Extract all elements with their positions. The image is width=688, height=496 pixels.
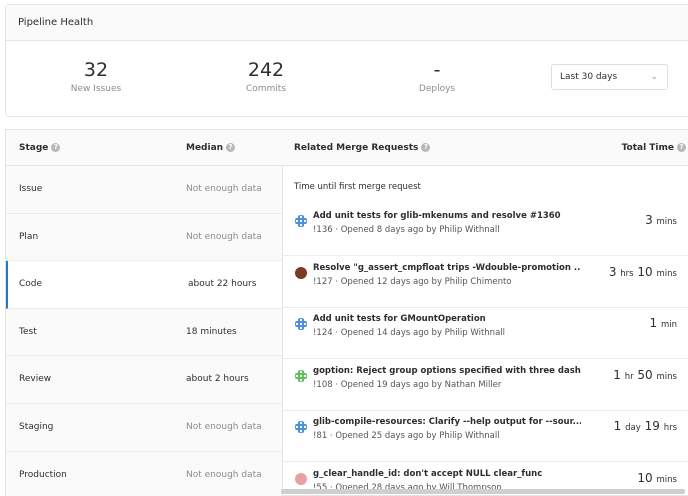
stage-row-code[interactable]: Code about 22 hours: [6, 261, 282, 309]
time-value: 50: [637, 367, 653, 382]
help-icon[interactable]: ?: [226, 143, 236, 152]
merge-request-row: goption: Reject group options specified …: [283, 359, 688, 411]
total-time: 3 hrs 10 mins: [609, 265, 677, 279]
merge-request-title-link[interactable]: Add unit tests for glib-mkenums and reso…: [313, 211, 561, 221]
stat-deploys: - Deploys: [377, 59, 497, 94]
stage-median: Not enough data: [186, 469, 262, 480]
header-median-label: Median: [186, 143, 224, 153]
stage-name: Test: [19, 326, 37, 337]
merge-request-row: glib-compile-resources: Clarify --help o…: [283, 410, 688, 462]
panel-title: Pipeline Health: [6, 5, 688, 41]
stat-label: New Issues: [70, 84, 122, 94]
stat-commits: 242 Commits: [206, 59, 326, 94]
stage-row-plan[interactable]: Plan Not enough data: [6, 213, 282, 262]
stage-name: Issue: [19, 184, 43, 194]
header-total-label: Total Time: [621, 143, 674, 153]
author-avatar[interactable]: [295, 369, 307, 382]
stage-description: Time until first merge request: [294, 182, 421, 192]
time-value: 10: [637, 264, 653, 279]
stage-table: Stage? Median? Related Merge Requests? T…: [5, 129, 688, 496]
merge-request-meta: !136 · Opened 8 days ago by Philip Withn…: [313, 225, 500, 235]
time-value: 3: [608, 264, 617, 279]
stat-label: Deploys: [418, 84, 456, 94]
horizontal-scrollbar[interactable]: [281, 489, 685, 494]
author-avatar[interactable]: [295, 318, 307, 330]
time-unit: hrs: [620, 268, 634, 279]
stage-row-test[interactable]: Test 18 minutes: [6, 308, 282, 357]
merge-request-title-link[interactable]: Add unit tests for GMountOperation: [313, 314, 486, 324]
time-unit: mins: [656, 268, 677, 279]
total-time: 1 hr 50 mins: [613, 368, 677, 382]
author-avatar[interactable]: [295, 215, 307, 227]
help-icon[interactable]: ?: [51, 143, 61, 152]
author-avatar[interactable]: [295, 421, 307, 433]
stat-new-issues: 32 New Issues: [36, 59, 156, 94]
stat-value: 242: [247, 59, 285, 81]
time-value: 1: [649, 316, 658, 330]
time-value: 1: [613, 419, 622, 433]
time-unit: hrs: [663, 423, 677, 433]
stage-name: Staging: [19, 421, 54, 432]
merge-request-row: Add unit tests for glib-mkenums and reso…: [283, 204, 688, 256]
total-time: 1 min: [650, 316, 678, 330]
time-unit: mins: [656, 474, 677, 485]
stat-value: 32: [83, 59, 109, 81]
header-related-label: Related Merge Requests: [294, 143, 419, 153]
time-value: 3: [645, 213, 653, 227]
stage-list: Issue Not enough data Plan Not enough data C…: [6, 166, 282, 496]
merge-request-title-link[interactable]: Resolve "g_assert_cmpfloat trips -Wdoubl…: [313, 263, 581, 273]
stage-name: Plan: [19, 231, 39, 242]
stage-median: Not enough data: [186, 231, 262, 242]
stage-name: Review: [19, 374, 52, 385]
merge-request-title-link[interactable]: goption: Reject group options specified …: [313, 366, 581, 376]
merge-request-title-link[interactable]: glib-compile-resources: Clarify --help o…: [313, 417, 581, 427]
merge-request-meta: !127 · Opened 12 days ago by Philip Chim…: [313, 276, 512, 287]
date-range-dropdown[interactable]: Last 30 days ⌄: [551, 64, 668, 90]
author-avatar[interactable]: [295, 266, 307, 279]
stage-row-production[interactable]: Production Not enough data: [6, 451, 282, 496]
merge-request-title-link[interactable]: g_clear_handle_id: don't accept NULL cle…: [313, 469, 542, 479]
help-icon[interactable]: ?: [677, 143, 686, 152]
header-stage: Stage?: [19, 130, 61, 166]
merge-request-meta: !81 · Opened 25 days ago by Philip Withn…: [313, 431, 500, 441]
time-unit: mins: [656, 217, 677, 227]
time-value: 10: [637, 470, 653, 485]
stat-value: -: [433, 59, 441, 81]
time-value: 1: [613, 367, 621, 382]
merge-request-row: Add unit tests for GMountOperation !124 ·…: [283, 307, 688, 359]
time-unit: hr: [624, 371, 634, 382]
time-unit: min: [660, 320, 677, 330]
stage-median: about 22 hours: [188, 279, 257, 290]
stage-median: Not enough data: [186, 421, 262, 432]
date-range-selected: Last 30 days: [560, 72, 618, 82]
merge-request-list: Time until first merge request Add unit …: [283, 166, 688, 496]
author-avatar[interactable]: [295, 472, 307, 485]
total-time: 10 mins: [637, 471, 677, 485]
stage-row-issue[interactable]: Issue Not enough data: [6, 166, 282, 214]
stage-median: about 2 hours: [186, 374, 249, 385]
header-related: Related Merge Requests?: [294, 130, 431, 166]
stage-name: Production: [19, 469, 67, 480]
stage-row-staging[interactable]: Staging Not enough data: [6, 403, 282, 452]
merge-request-meta: !108 · Opened 19 days ago by Nathan Mill…: [313, 379, 502, 390]
merge-request-meta: !124 · Opened 14 days ago by Philip With…: [313, 328, 505, 338]
header-total-time: Total Time?: [622, 130, 686, 166]
total-time: 1 day 19 hrs: [614, 419, 677, 433]
stage-median: 18 minutes: [186, 326, 237, 337]
table-header: Stage? Median? Related Merge Requests? T…: [6, 130, 688, 166]
stage-name: Code: [19, 279, 43, 290]
header-stage-label: Stage: [19, 143, 49, 153]
total-time: 3 mins: [645, 213, 677, 227]
pipeline-health-panel: Pipeline Health 32 New Issues 242 Commit…: [5, 4, 688, 117]
time-unit: day: [625, 423, 641, 433]
stage-median: Not enough data: [186, 184, 262, 194]
merge-request-row: Resolve "g_assert_cmpfloat trips -Wdoubl…: [283, 256, 688, 308]
stage-row-review[interactable]: Review about 2 hours: [6, 356, 282, 404]
help-icon[interactable]: ?: [421, 143, 431, 152]
header-median: Median?: [186, 130, 236, 166]
chevron-down-icon: ⌄: [650, 72, 658, 82]
time-unit: mins: [656, 371, 677, 382]
stat-label: Commits: [245, 84, 287, 94]
time-value: 19: [644, 419, 660, 433]
